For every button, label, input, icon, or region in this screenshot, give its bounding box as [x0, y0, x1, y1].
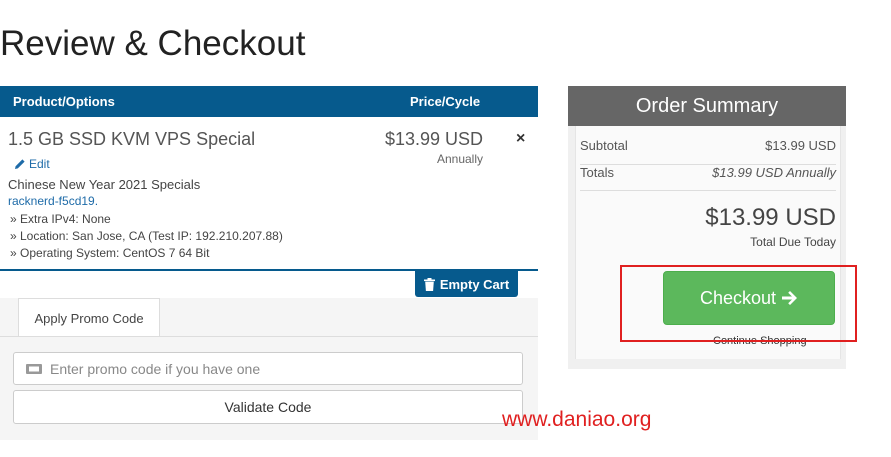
total-due-label: Total Due Today	[750, 235, 836, 249]
page-title: Review & Checkout	[0, 24, 306, 63]
product-name: 1.5 GB SSD KVM VPS Special	[8, 129, 256, 149]
continue-shopping-link[interactable]: Continue Shopping	[713, 335, 807, 347]
product-price: $13.99 USD	[384, 129, 483, 149]
cart-header: Product/Options Price/Cycle	[0, 86, 538, 117]
edit-product-link[interactable]: Edit	[14, 157, 50, 171]
ticket-icon	[26, 363, 42, 374]
edit-label: Edit	[29, 157, 50, 171]
product-option-location: » Location: San Jose, CA (Test IP: 192.2…	[10, 229, 283, 243]
order-summary-title: Order Summary	[568, 86, 846, 126]
product-option-ipv4: » Extra IPv4: None	[10, 212, 111, 226]
close-icon: ×	[516, 130, 526, 147]
totals-value: $13.99 USD Annually	[712, 165, 836, 180]
product-hostname: racknerd-f5cd19.	[8, 194, 99, 208]
pencil-icon	[15, 159, 25, 169]
product-group: Chinese New Year 2021 Specials	[8, 177, 201, 192]
arrow-right-icon	[782, 291, 798, 305]
remove-item-button[interactable]: ×	[516, 130, 525, 148]
tab-apply-promo-code[interactable]: Apply Promo Code	[18, 298, 160, 337]
cart-table: Product/Options Price/Cycle 1.5 GB SSD K…	[0, 86, 538, 270]
watermark-text: www.daniao.org	[502, 408, 652, 431]
checkout-button[interactable]: Checkout	[663, 271, 835, 325]
checkout-label: Checkout	[699, 287, 777, 308]
subtotal-value: $13.99 USD	[765, 138, 836, 153]
order-summary-panel: Order Summary Subtotal $13.99 USD Totals…	[568, 86, 846, 369]
total-due-amount: $13.99 USD	[705, 204, 836, 231]
column-header-price: Price/Cycle	[410, 94, 481, 109]
summary-divider	[580, 190, 836, 191]
validate-code-button[interactable]: Validate Code	[13, 390, 523, 424]
column-header-product: Product/Options	[13, 94, 115, 109]
empty-cart-label: Empty Cart	[439, 276, 510, 292]
totals-label: Totals	[580, 165, 614, 180]
subtotal-label: Subtotal	[580, 138, 628, 153]
empty-cart-button[interactable]: Empty Cart	[415, 271, 518, 297]
cart-item: 1.5 GB SSD KVM VPS Special $13.99 USD An…	[0, 117, 538, 270]
product-option-os: » Operating System: CentOS 7 64 Bit	[10, 246, 210, 260]
product-billing-cycle: Annually	[436, 152, 483, 166]
trash-icon	[423, 277, 435, 291]
promo-input-container	[13, 352, 523, 385]
promo-code-input[interactable]	[50, 360, 522, 377]
promo-panel: Apply Promo Code Validate Code	[0, 298, 538, 440]
tab-divider	[0, 336, 538, 337]
